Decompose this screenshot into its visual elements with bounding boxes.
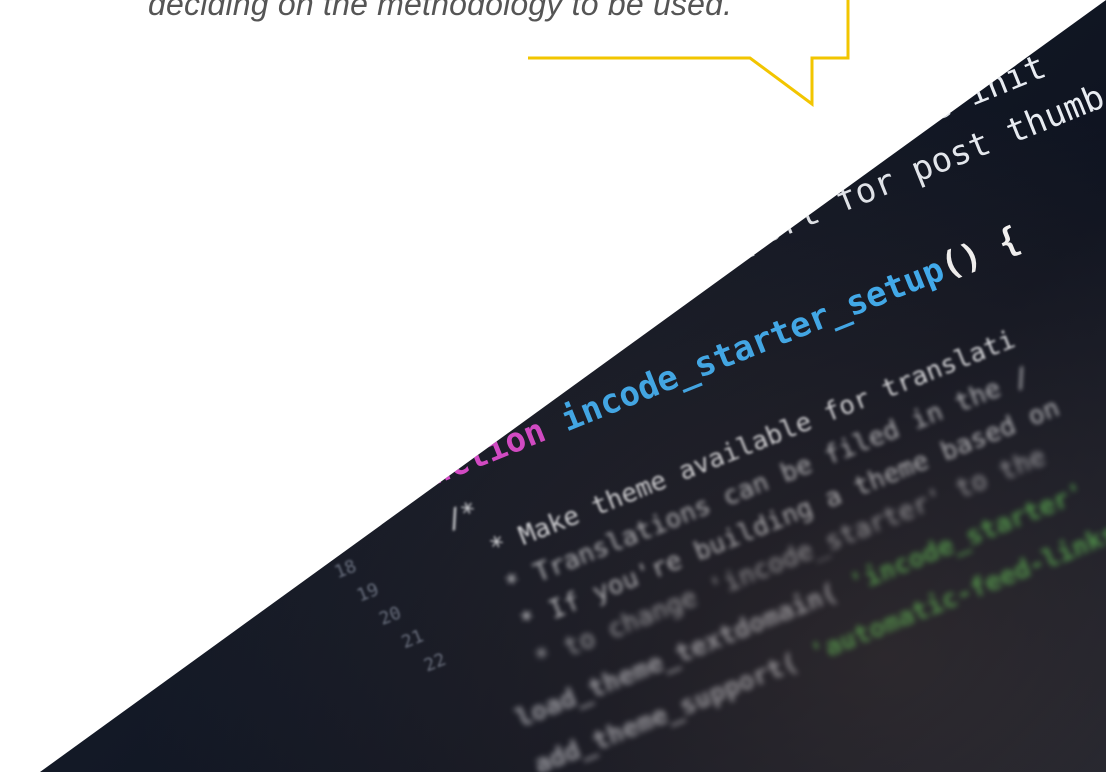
line-number: 22: [420, 648, 449, 677]
code-line: /*: [442, 496, 483, 536]
function-suffix: () {: [934, 218, 1026, 287]
